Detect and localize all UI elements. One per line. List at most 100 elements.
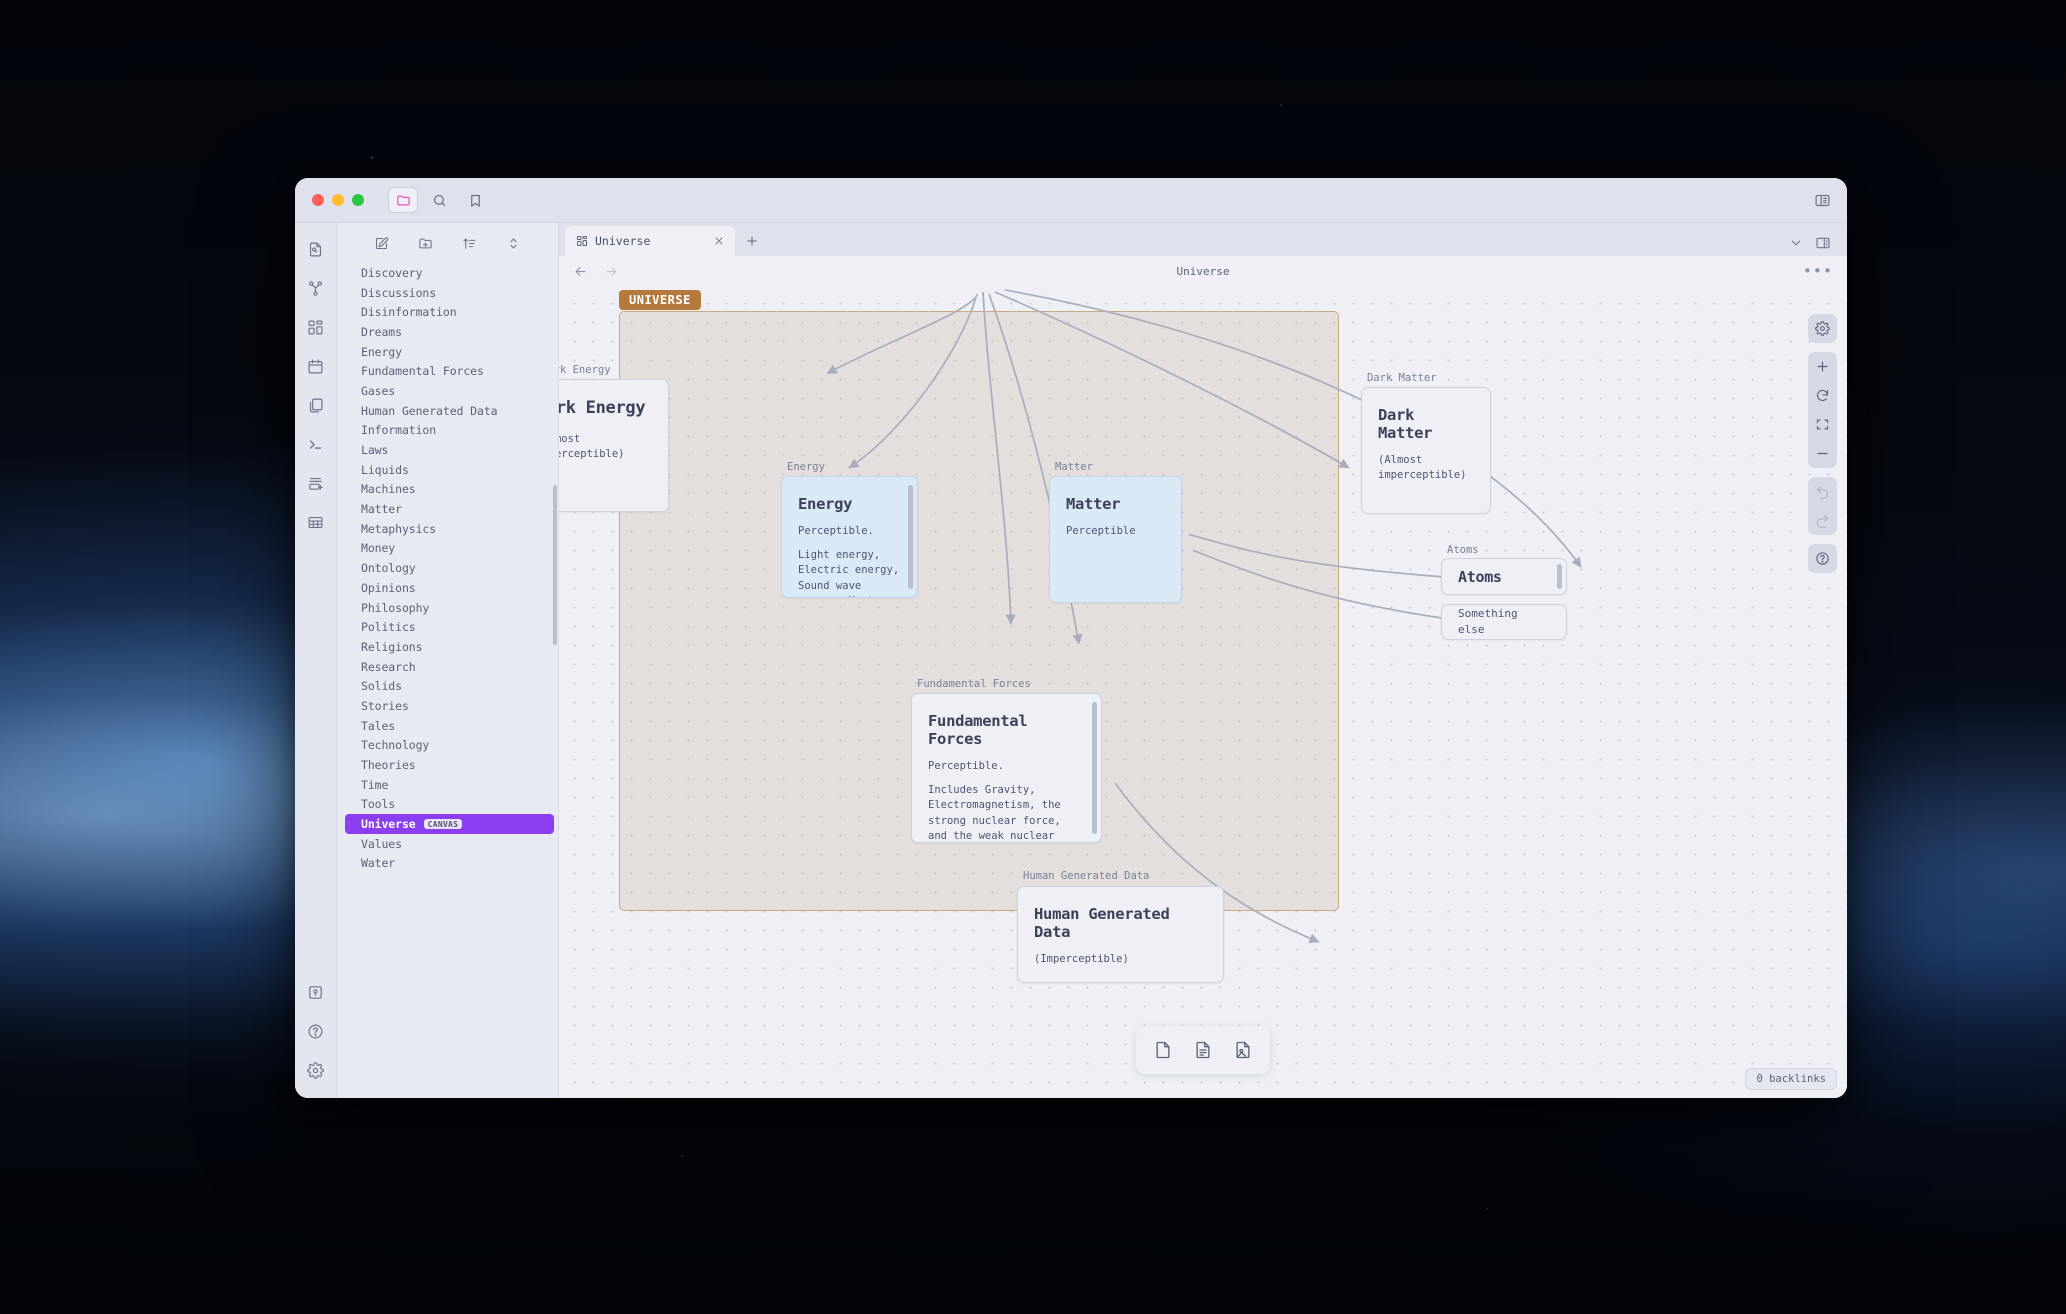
card-body-1: Perceptible. [928,760,1004,772]
close-window-button[interactable] [312,194,324,206]
card-scrollbar[interactable] [908,485,913,589]
canvas-card-something-else[interactable]: Something else [1441,604,1567,640]
sidebar-item-laws[interactable]: Laws [345,440,554,460]
templates-icon[interactable] [304,393,328,417]
backlinks-status[interactable]: 0 backlinks [1745,1068,1837,1090]
sidebar-item-research[interactable]: Research [345,657,554,677]
sort-icon[interactable] [461,234,479,252]
sidebar-scrollbar[interactable] [553,485,557,645]
canvas-controls [1808,314,1837,573]
terminal-icon[interactable] [304,432,328,456]
sidebar-item-label: Energy [361,344,402,359]
sidebar-item-religions[interactable]: Religions [345,637,554,657]
sidebar-item-time[interactable]: Time [345,775,554,795]
vault-icon[interactable] [304,980,328,1004]
fit-view-icon[interactable] [1808,410,1837,439]
sidebar-item-solids[interactable]: Solids [345,676,554,696]
file-list[interactable]: Discovery Discussions Disinformation Dreams… [337,263,558,1098]
sidebar-item-fundamental-forces[interactable]: Fundamental Forces [345,361,554,381]
tab-universe[interactable]: Universe [565,226,735,256]
canvas-card-dark-matter[interactable]: Dark Matter (Almost imperceptible) [1361,387,1491,514]
sidebar-item-technology[interactable]: Technology [345,736,554,756]
new-folder-icon[interactable] [417,234,435,252]
sidebar-item-tales[interactable]: Tales [345,716,554,736]
more-options-icon[interactable]: ••• [1803,264,1833,279]
sidebar-item-liquids[interactable]: Liquids [345,460,554,480]
sidebar-item-matter[interactable]: Matter [345,499,554,519]
sidebar-item-energy[interactable]: Energy [345,342,554,362]
sidebar-item-tools[interactable]: Tools [345,795,554,815]
sidebar-item-philosophy[interactable]: Philosophy [345,598,554,618]
chevron-down-icon[interactable] [1789,236,1803,250]
redo-icon[interactable] [1808,506,1837,535]
card-body-1: Perceptible. [798,525,874,537]
sidebar-item-human-generated-data[interactable]: Human Generated Data [345,401,554,421]
sidebar-left-toggle-icon[interactable] [1814,192,1831,209]
stack-add-icon[interactable] [304,471,328,495]
canvas-icon[interactable] [304,315,328,339]
sidebar-item-water[interactable]: Water [345,854,554,874]
sidebar-item-discovery[interactable]: Discovery [345,263,554,283]
node-label-atoms: Atoms [1447,544,1479,556]
sidebar-item-information[interactable]: Information [345,421,554,441]
sidebar-item-theories[interactable]: Theories [345,755,554,775]
file-search-icon[interactable] [304,237,328,261]
canvas-card-fundamental-forces[interactable]: Fundamental Forces Perceptible. Includes… [911,693,1102,843]
zoom-out-icon[interactable] [1808,439,1837,468]
node-label-human-generated-data: Human Generated Data [1023,870,1150,882]
new-note-icon[interactable] [373,234,391,252]
add-card-icon[interactable] [1148,1035,1178,1065]
sidebar-item-metaphysics[interactable]: Metaphysics [345,519,554,539]
zoom-in-icon[interactable] [1808,352,1837,381]
sidebar-item-money[interactable]: Money [345,539,554,559]
search-icon[interactable] [424,187,454,213]
titlebar-right [1814,192,1847,209]
new-tab-button[interactable] [735,226,769,256]
sidebar-item-label: Information [361,423,437,438]
canvas-surface[interactable]: UNIVERSE k Energy k Energy ost rceptible… [559,286,1847,1098]
canvas-card-energy[interactable]: Energy Perceptible. Light energy, Electr… [781,476,918,598]
close-tab-icon[interactable] [713,235,725,247]
graph-view-icon[interactable] [304,276,328,300]
add-note-icon[interactable] [1188,1035,1218,1065]
sidebar-item-ontology[interactable]: Ontology [345,558,554,578]
titlebar-tools [388,187,490,213]
sidebar-item-stories[interactable]: Stories [345,696,554,716]
settings-icon[interactable] [304,1058,328,1082]
help-icon[interactable] [304,1019,328,1043]
canvas-card-human-generated-data[interactable]: Human Generated Data (Imperceptible) [1017,886,1224,983]
table-icon[interactable] [304,510,328,534]
back-button[interactable] [573,264,588,279]
folder-icon[interactable] [388,187,418,213]
file-explorer-toolbar [337,223,558,263]
sidebar-item-gases[interactable]: Gases [345,381,554,401]
sidebar-item-label: Time [361,777,389,792]
sidebar-right-toggle-icon[interactable] [1815,235,1831,251]
undo-icon[interactable] [1808,477,1837,506]
sidebar-item-opinions[interactable]: Opinions [345,578,554,598]
minimize-window-button[interactable] [332,194,344,206]
reset-zoom-icon[interactable] [1808,381,1837,410]
bookmark-icon[interactable] [460,187,490,213]
canvas-card-atoms[interactable]: Atoms [1441,558,1567,595]
add-image-icon[interactable] [1228,1035,1258,1065]
canvas-settings-icon[interactable] [1808,314,1837,343]
sidebar-item-politics[interactable]: Politics [345,617,554,637]
sidebar-item-universe[interactable]: Universe CANVAS [345,814,554,834]
collapse-icon[interactable] [505,234,523,252]
sidebar-item-dreams[interactable]: Dreams [345,322,554,342]
card-title: Energy [798,495,853,513]
canvas-card-dark-energy[interactable]: Dark Energy (Almost imperceptible) [559,379,669,512]
sidebar-item-values[interactable]: Values [345,834,554,854]
sidebar-item-disinformation[interactable]: Disinformation [345,302,554,322]
canvas-help-icon[interactable] [1808,544,1837,573]
calendar-icon[interactable] [304,354,328,378]
sidebar-item-discussions[interactable]: Discussions [345,283,554,303]
card-scrollbar[interactable] [1092,702,1097,834]
canvas-viewport[interactable]: UNIVERSE k Energy k Energy ost rceptible… [559,286,1847,1098]
canvas-card-matter[interactable]: Matter Perceptible [1049,476,1182,603]
maximize-window-button[interactable] [352,194,364,206]
sidebar-item-machines[interactable]: Machines [345,480,554,500]
forward-button[interactable] [604,264,619,279]
card-scrollbar[interactable] [1557,564,1562,589]
